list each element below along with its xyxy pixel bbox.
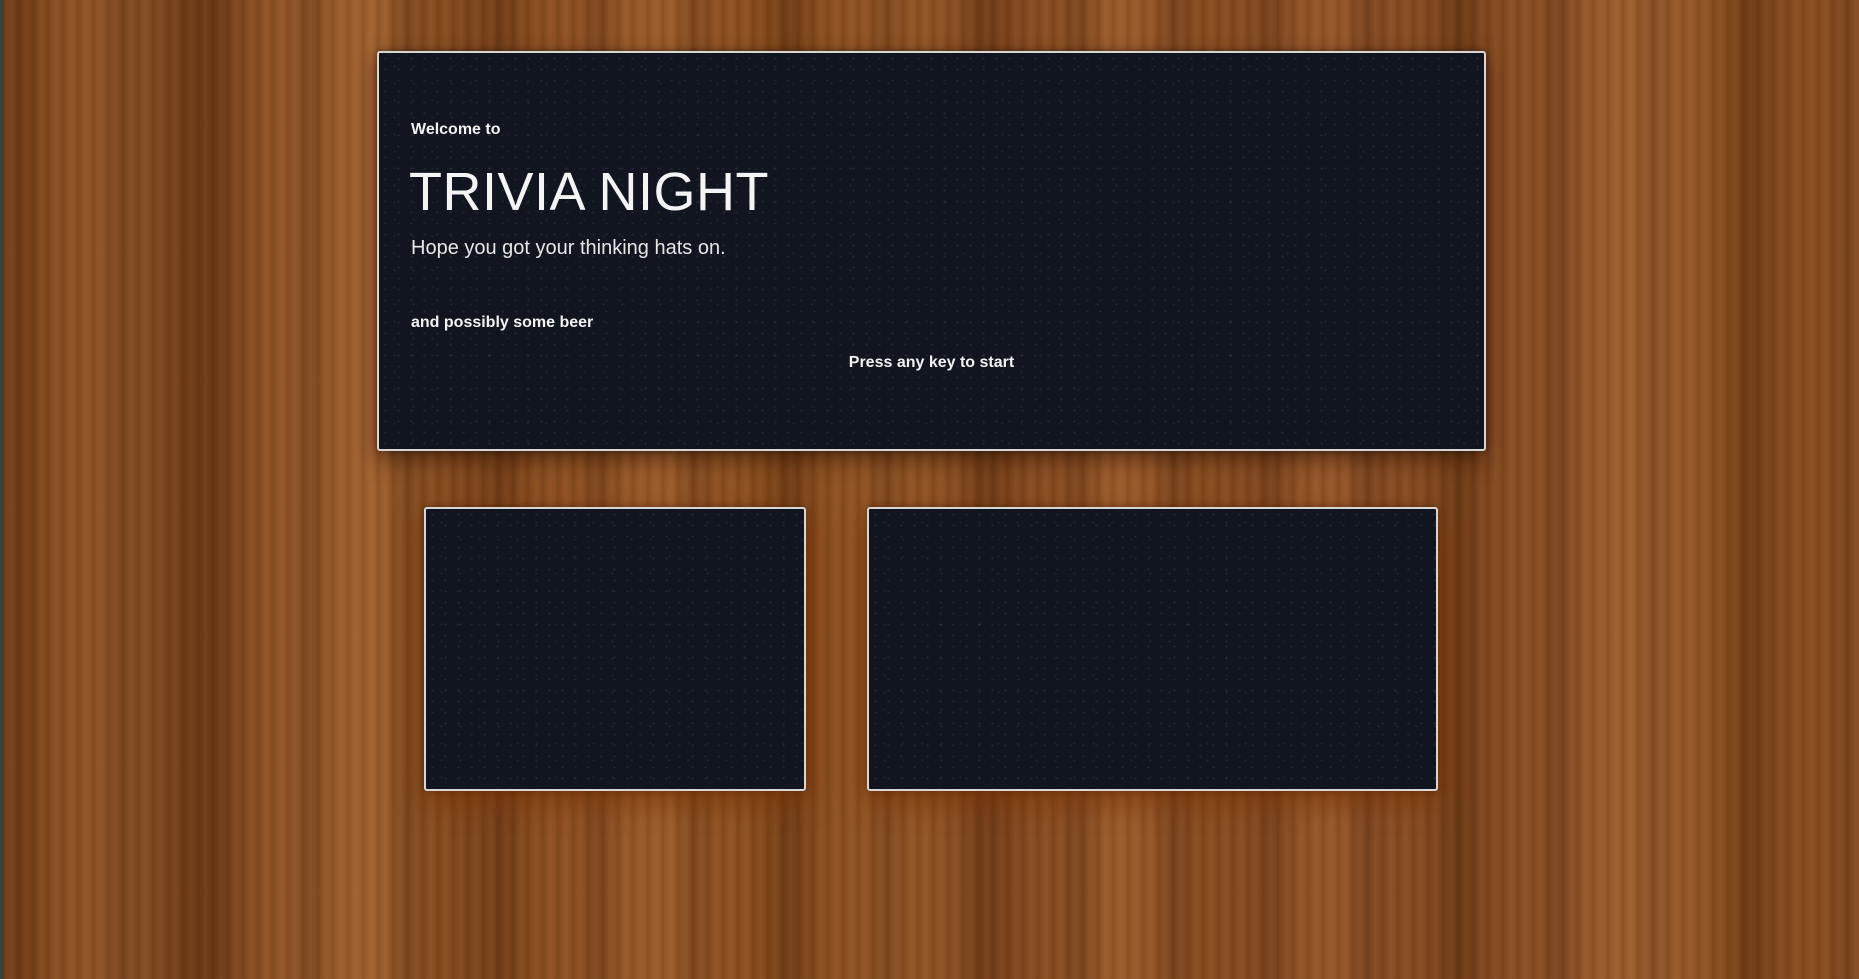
empty-panel-left (424, 507, 806, 791)
aside-text: and possibly some beer (411, 314, 594, 331)
start-prompt[interactable]: Press any key to start (379, 354, 1484, 372)
empty-panel-right (867, 507, 1438, 791)
intro-board: Welcome to TRIVIA NIGHT Hope you got you… (377, 51, 1486, 451)
welcome-label: Welcome to (411, 121, 501, 138)
window-left-edge (0, 0, 4, 979)
game-title: TRIVIA NIGHT (409, 162, 770, 222)
subtitle-text: Hope you got your thinking hats on. (411, 237, 726, 259)
